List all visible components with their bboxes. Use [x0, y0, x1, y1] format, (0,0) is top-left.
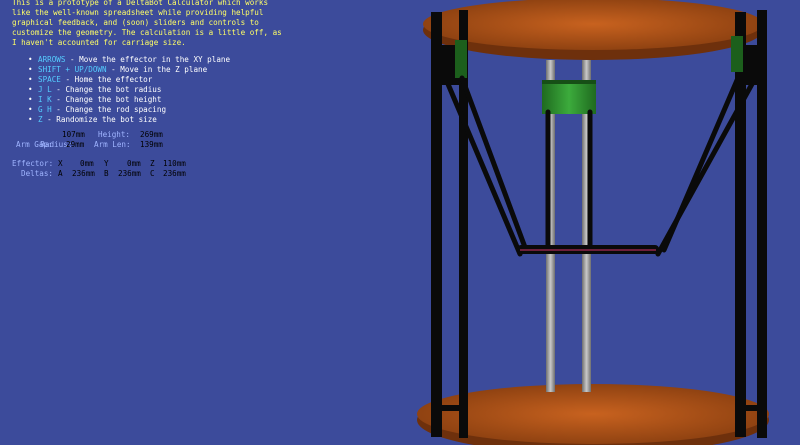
- intro-text: This is a prototype of a DeltaBot Calcul…: [12, 0, 282, 47]
- bullet-icon: •: [28, 65, 33, 74]
- effector: [517, 245, 659, 254]
- height-label: Height:: [98, 130, 131, 139]
- delta-b-value: 236mm: [118, 169, 141, 178]
- deltas-label: Deltas:: [21, 169, 54, 178]
- help-item: • G H - Change the rod spacing: [28, 105, 230, 115]
- left-tower: [431, 10, 468, 438]
- help-item: • I K - Change the bot height: [28, 95, 230, 105]
- help-key: SPACE: [38, 75, 61, 84]
- bullet-icon: •: [28, 85, 33, 94]
- effector-z-value: 110mm: [163, 159, 186, 168]
- arm-len-label: Arm Len:: [94, 140, 131, 149]
- help-item: • SPACE - Home the effector: [28, 75, 230, 85]
- effector-y-label: Y: [104, 159, 109, 168]
- help-item: • ARROWS - Move the effector in the XY pl…: [28, 55, 230, 65]
- help-item: • J L - Change the bot radius: [28, 85, 230, 95]
- bullet-icon: •: [28, 95, 33, 104]
- radius-value: 107mm: [62, 130, 85, 139]
- help-item: • SHIFT + UP/DOWN - Move in the Z plane: [28, 65, 230, 75]
- help-key: J L: [38, 85, 52, 94]
- help-key: SHIFT + UP/DOWN: [38, 65, 107, 74]
- help-key: I K: [38, 95, 52, 104]
- arm-gap-value: 29mm: [66, 140, 85, 149]
- top-plate: [423, 0, 763, 60]
- delta-c-value: 236mm: [163, 169, 186, 178]
- effector-label: Effector:: [12, 159, 54, 168]
- bullet-icon: •: [28, 115, 33, 124]
- help-desc: - Move the effector in the XY plane: [70, 55, 231, 64]
- help-item: • Z - Randomize the bot size: [28, 115, 230, 125]
- back-carriage: [542, 80, 596, 114]
- help-key: Z: [38, 115, 43, 124]
- arm-gap-label: Arm Gap:: [16, 140, 53, 149]
- effector-x-value: 0mm: [80, 159, 94, 168]
- help-key: ARROWS: [38, 55, 66, 64]
- help-desc: - Change the bot height: [56, 95, 162, 104]
- keyboard-help-list: • ARROWS - Move the effector in the XY pl…: [28, 55, 230, 125]
- bullet-icon: •: [28, 105, 33, 114]
- bullet-icon: •: [28, 55, 33, 64]
- delta-a-value: 236mm: [72, 169, 95, 178]
- bullet-icon: •: [28, 75, 33, 84]
- delta-b-label: B: [104, 169, 109, 178]
- help-desc: - Randomize the bot size: [47, 115, 157, 124]
- help-key: G H: [38, 105, 52, 114]
- deltabot-calculator: This is a prototype of a DeltaBot Calcul…: [0, 0, 800, 445]
- arm-len-value: 139mm: [140, 140, 163, 149]
- right-tower: [731, 10, 767, 438]
- help-desc: - Change the rod spacing: [56, 105, 167, 114]
- effector-x-label: X: [58, 159, 63, 168]
- help-desc: - Change the bot radius: [56, 85, 162, 94]
- bottom-plate: [417, 384, 769, 445]
- effector-z-label: Z: [150, 159, 155, 168]
- delta-a-label: A: [58, 169, 63, 178]
- delta-arms: [445, 75, 755, 257]
- effector-y-value: 0mm: [127, 159, 141, 168]
- height-value: 269mm: [140, 130, 163, 139]
- delta-c-label: C: [150, 169, 155, 178]
- help-desc: - Move in the Z plane: [111, 65, 208, 74]
- help-desc: - Home the effector: [65, 75, 153, 84]
